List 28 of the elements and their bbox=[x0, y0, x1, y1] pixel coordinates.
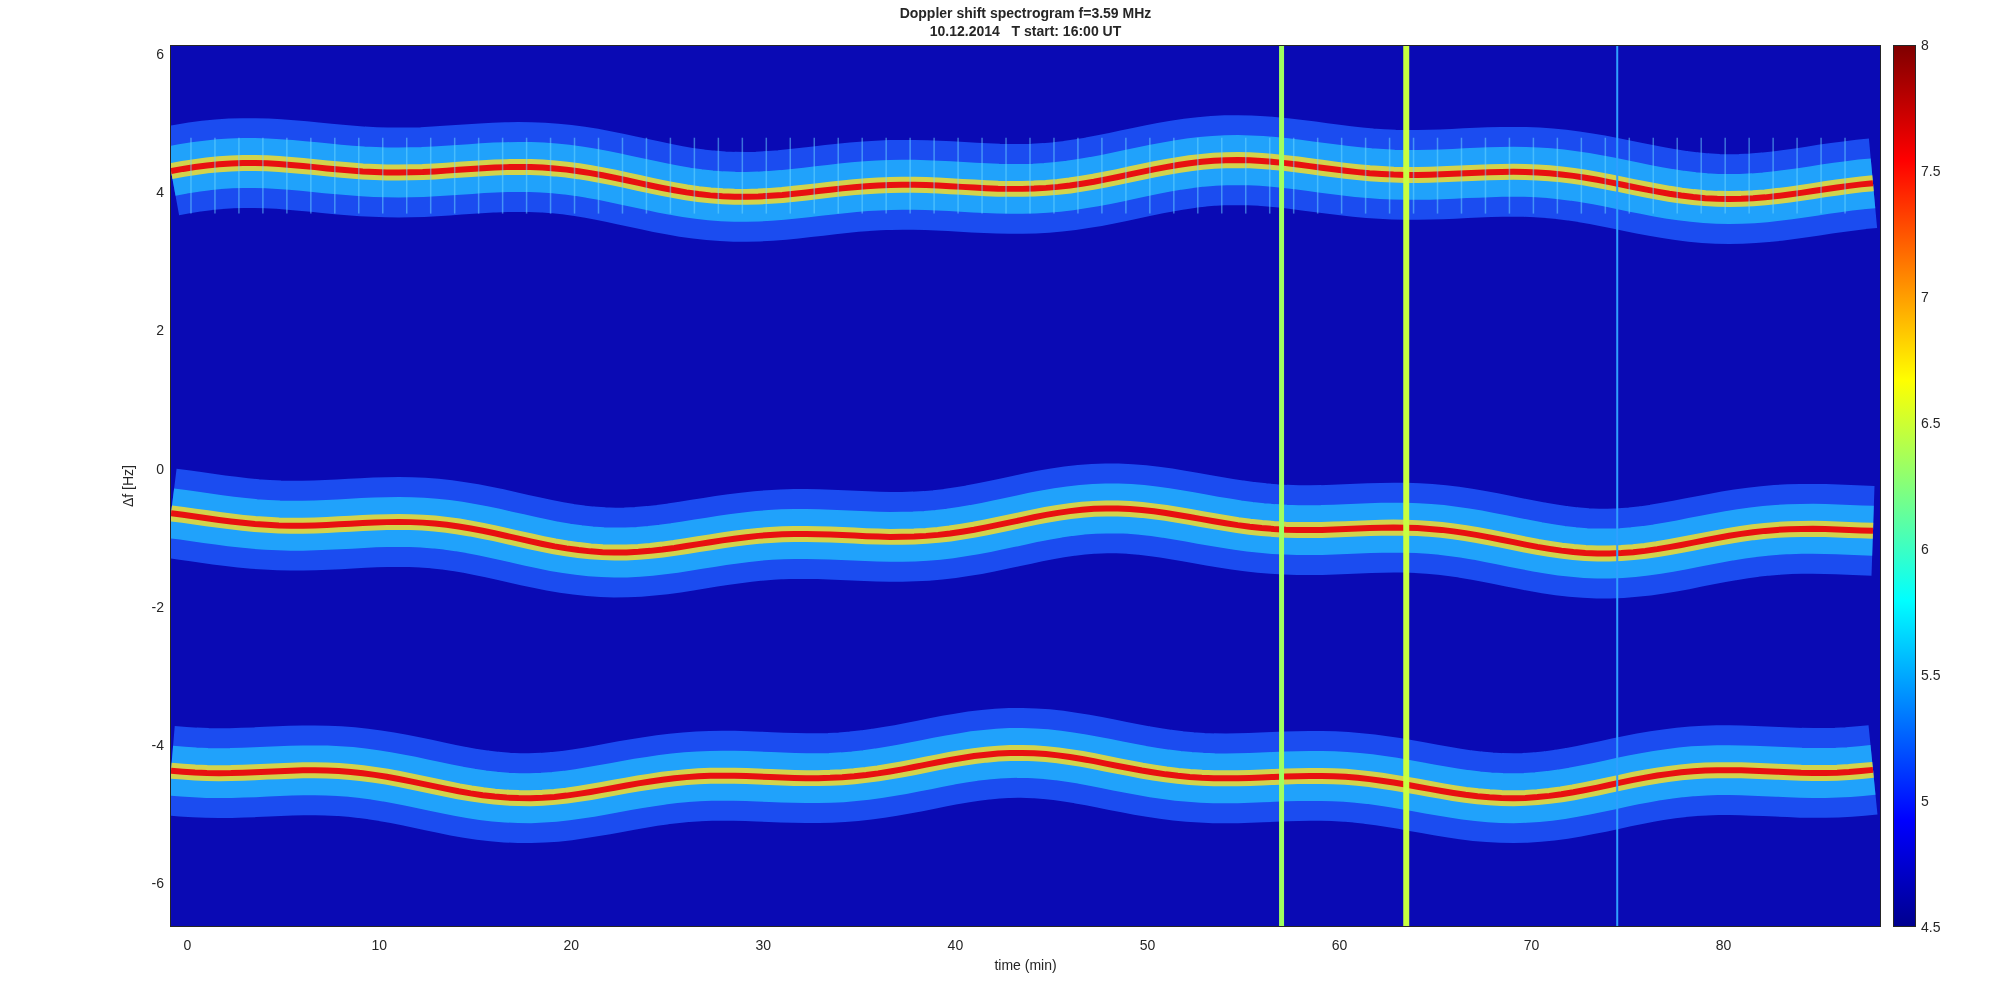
x-tick-label: 20 bbox=[563, 936, 580, 955]
y-axis-label: Δf [Hz] bbox=[118, 465, 137, 507]
colorbar-tick-label: 7 bbox=[1921, 287, 1929, 307]
colorbar-tick-label: 6.5 bbox=[1921, 413, 1941, 433]
x-tick-label: 40 bbox=[947, 936, 964, 955]
x-tick-label: 70 bbox=[1523, 936, 1540, 955]
x-tick-label: 10 bbox=[371, 936, 388, 955]
y-tick-label: -6 bbox=[151, 873, 164, 893]
chart-subtitle: 10.12.2014 T start: 16:00 UT bbox=[929, 22, 1122, 40]
x-tick-label: 50 bbox=[1139, 936, 1156, 955]
y-tick-label: 0 bbox=[156, 459, 164, 479]
x-tick-label: 80 bbox=[1715, 936, 1732, 955]
colorbar-tick-label: 5.5 bbox=[1921, 665, 1941, 685]
y-tick-label: -2 bbox=[151, 597, 164, 617]
colorbar-tick-label: 4.5 bbox=[1921, 917, 1941, 937]
colorbar-tick-label: 6 bbox=[1921, 539, 1929, 559]
colorbar-tick-label: 5 bbox=[1921, 791, 1929, 811]
x-axis-label: time (min) bbox=[994, 956, 1057, 975]
y-tick-label: 2 bbox=[156, 320, 164, 340]
y-tick-label: 6 bbox=[156, 44, 164, 64]
y-tick-label: -4 bbox=[151, 735, 164, 755]
colorbar-tick-label: 7.5 bbox=[1921, 161, 1941, 181]
x-tick-label: 30 bbox=[755, 936, 772, 955]
y-tick-label: 4 bbox=[156, 182, 164, 202]
x-tick-label: 60 bbox=[1331, 936, 1348, 955]
chart-title: Doppler shift spectrogram f=3.59 MHz bbox=[899, 4, 1152, 22]
x-tick-label: 0 bbox=[183, 936, 192, 955]
colorbar-tick-label: 8 bbox=[1921, 35, 1929, 55]
